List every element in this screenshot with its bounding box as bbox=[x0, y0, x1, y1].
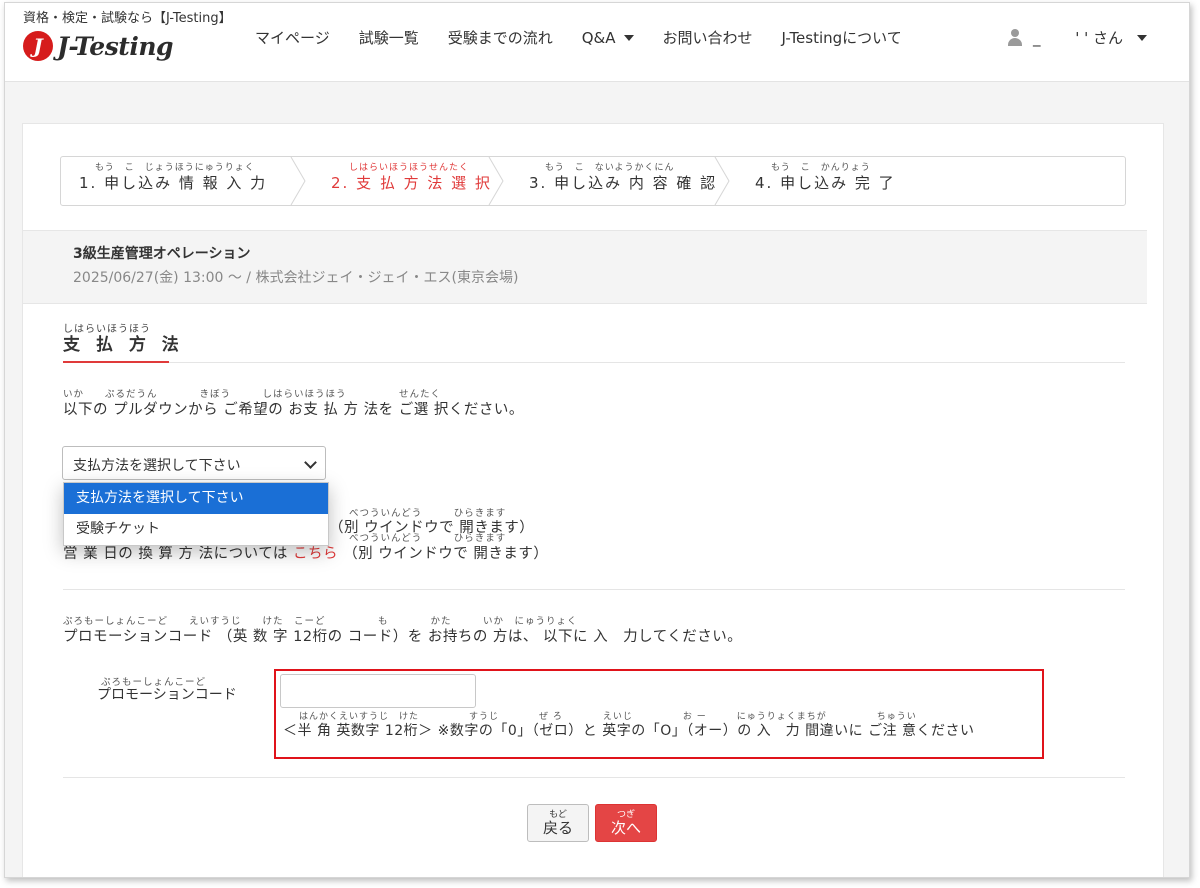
nav-exam-list[interactable]: 試験一覧 bbox=[359, 27, 419, 48]
payment-method-dropdown: 支払方法を選択して下さい 受験チケット bbox=[63, 482, 329, 546]
option-select-prompt[interactable]: 支払方法を選択して下さい bbox=[64, 483, 328, 514]
user-menu[interactable]: _ ' ' さん bbox=[1007, 27, 1147, 48]
next-button[interactable]: つぎ 次へ bbox=[595, 804, 657, 842]
promo-instruction: プロモーションコード （英 数 字 12桁の コード）を お持ちの 方は、 以下… bbox=[63, 629, 743, 645]
nav-qa-label: Q&A bbox=[581, 28, 616, 47]
promo-label: プロモーションコード bbox=[97, 687, 237, 703]
payment-select-value: 支払方法を選択して下さい bbox=[73, 458, 241, 474]
nav-qa[interactable]: Q&A bbox=[582, 27, 634, 48]
step-4-label: 4. 申し込み 完 了 bbox=[755, 174, 896, 192]
step-4-ruby: もう こ かんりょう bbox=[771, 163, 871, 173]
logo-text: J-Testing bbox=[57, 31, 173, 61]
browser-page: 資格・検定・試験なら【J-Testing】 J J-Testing マイページ … bbox=[4, 2, 1190, 878]
nav-flow[interactable]: 受験までの流れ bbox=[448, 27, 553, 48]
note2-post: （別 ウインドウで 開きます） bbox=[343, 546, 549, 562]
divider bbox=[63, 589, 1125, 590]
title-underline bbox=[63, 361, 169, 363]
business-day-link[interactable]: こちら bbox=[293, 546, 338, 562]
nav-exam-list-label: 試験一覧 bbox=[358, 29, 419, 47]
next-button-label: 次へ bbox=[610, 819, 641, 837]
step-separator-icon bbox=[488, 157, 504, 205]
exam-name: 3級生産管理オペレーション bbox=[73, 246, 251, 262]
nav-mypage[interactable]: マイページ bbox=[255, 27, 330, 48]
chevron-down-icon bbox=[1137, 34, 1147, 41]
site-logo[interactable]: J J-Testing bbox=[23, 29, 173, 63]
step-3-ruby: もう こ ないようかくにん bbox=[545, 163, 675, 173]
promo-hint: ＜半 角 英数字 12桁＞ ※数字の「0」（ゼロ）と 英字の「O」（オー）の 入… bbox=[283, 723, 975, 739]
chevron-down-icon bbox=[623, 34, 634, 41]
nav-contact[interactable]: お問い合わせ bbox=[663, 27, 753, 48]
nav-contact-label: お問い合わせ bbox=[662, 29, 753, 47]
back-button-ruby: もど bbox=[549, 810, 567, 820]
nav-flow-label: 受験までの流れ bbox=[447, 29, 553, 47]
step-4: もう こ かんりょう 4. 申し込み 完 了 bbox=[755, 157, 896, 205]
payment-method-select[interactable]: 支払方法を選択して下さい bbox=[62, 446, 326, 480]
main-card: もう こ じょうほうにゅうりょく 1. 申し込み 情 報 入 力 しはらいほうほ… bbox=[22, 123, 1164, 877]
note2-pre: 営 業 日の 換 算 方 法については bbox=[63, 546, 288, 562]
step-1: もう こ じょうほうにゅうりょく 1. 申し込み 情 報 入 力 bbox=[79, 157, 267, 205]
step-separator-icon bbox=[290, 157, 306, 205]
exam-detail: 2025/06/27(金) 13:00 ～ / 株式会社ジェイ・ジェイ・エス(東… bbox=[73, 270, 519, 286]
step-2-ruby: しはらいほうほうせんたく bbox=[349, 163, 470, 173]
step-3: もう こ ないようかくにん 3. 申し込み 内 容 確 認 bbox=[529, 157, 717, 205]
user-icon bbox=[1007, 28, 1023, 47]
payment-instruction: 以下の プルダウンから ご希望の お支 払 方 法を ご選 択ください。 bbox=[63, 402, 524, 418]
exam-info-panel: 3級生産管理オペレーション 2025/06/27(金) 13:00 ～ / 株式… bbox=[23, 230, 1147, 304]
payment-section-header: しはらいほうほう 支 払 方 法 bbox=[63, 320, 1125, 363]
divider bbox=[63, 777, 1125, 778]
chevron-down-icon bbox=[304, 456, 317, 469]
nav-mypage-label: マイページ bbox=[255, 29, 330, 47]
option-exam-ticket[interactable]: 受験チケット bbox=[64, 514, 328, 545]
nav-about-label: J-Testingについて bbox=[781, 29, 902, 47]
logo-mark: J bbox=[23, 31, 53, 61]
step-3-label: 3. 申し込み 内 容 確 認 bbox=[529, 174, 718, 192]
step-1-label: 1. 申し込み 情 報 入 力 bbox=[79, 174, 268, 192]
step-2-label: 2. 支 払 方 法 選 択 bbox=[331, 174, 492, 192]
promo-code-input[interactable] bbox=[280, 674, 476, 708]
nav-about[interactable]: J-Testingについて bbox=[782, 27, 902, 48]
site-header: 資格・検定・試験なら【J-Testing】 J J-Testing マイページ … bbox=[5, 3, 1189, 82]
step-separator-icon bbox=[714, 157, 730, 205]
payment-title: 支 払 方 法 bbox=[63, 335, 184, 355]
user-name: _ ' ' さん bbox=[1032, 29, 1123, 47]
site-tagline: 資格・検定・試験なら【J-Testing】 bbox=[23, 11, 232, 26]
step-2: しはらいほうほうせんたく 2. 支 払 方 法 選 択 bbox=[331, 157, 492, 205]
back-button-label: 戻る bbox=[542, 819, 573, 837]
step-progress-bar: もう こ じょうほうにゅうりょく 1. 申し込み 情 報 入 力 しはらいほうほ… bbox=[60, 156, 1126, 206]
step-1-ruby: もう こ じょうほうにゅうりょく bbox=[95, 163, 255, 173]
next-button-ruby: つぎ bbox=[616, 810, 635, 820]
back-button[interactable]: もど 戻る bbox=[527, 804, 589, 842]
main-nav: マイページ 試験一覧 受験までの流れ Q&A お問い合わせ J-Testingに… bbox=[255, 27, 931, 48]
